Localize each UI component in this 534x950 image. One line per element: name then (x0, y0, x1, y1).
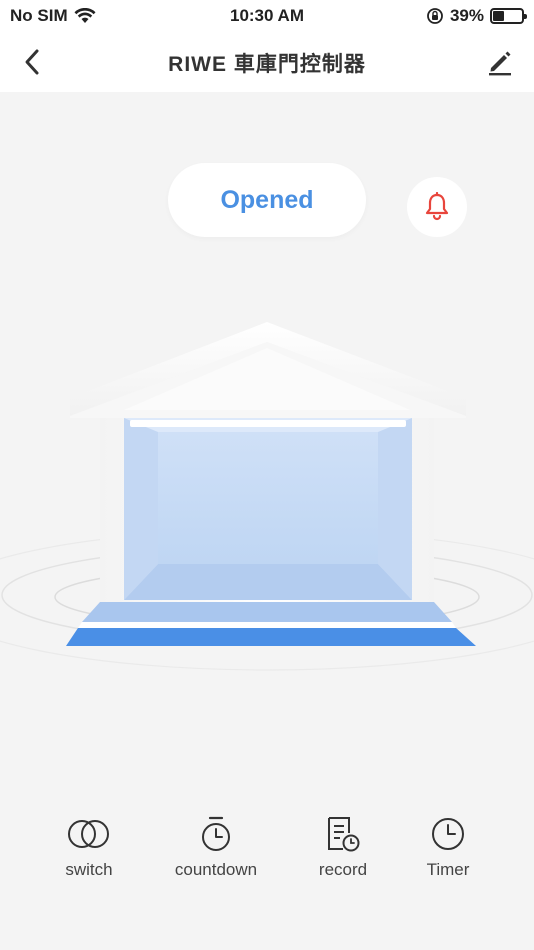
stopwatch-icon (192, 810, 240, 858)
status-bar: No SIM 10:30 AM 39% (0, 0, 534, 32)
door-status-label: Opened (220, 185, 314, 214)
timer-label: Timer (426, 860, 470, 879)
bottom-toolbar: switch countdown record Timer (0, 810, 534, 890)
record-button[interactable]: record (288, 810, 398, 880)
alert-button[interactable] (407, 177, 467, 237)
document-clock-icon (319, 810, 367, 858)
garage-interior (124, 418, 412, 600)
battery-fill (493, 11, 504, 21)
countdown-label: countdown (174, 860, 258, 879)
nav-bar: RIWE 車庫門控制器 (0, 32, 534, 92)
screen: No SIM 10:30 AM 39% RIWE 車庫門控制器 Opened s… (0, 0, 534, 950)
garage-base (66, 602, 476, 646)
battery-percent: 39% (449, 6, 484, 25)
clock-icon (424, 810, 472, 858)
garage-illustration (0, 322, 534, 671)
door-status-pill: Opened (168, 163, 366, 237)
edit-button[interactable] (482, 44, 518, 80)
bell-icon (425, 192, 449, 221)
orientation-lock-icon (427, 8, 443, 24)
pencil-icon (489, 51, 511, 76)
timer-button[interactable]: Timer (393, 810, 503, 880)
switch-label: switch (65, 860, 113, 879)
record-label: record (318, 860, 368, 879)
toggle-circles-icon (65, 810, 113, 858)
battery-icon (490, 8, 527, 24)
page-title: RIWE 車庫門控制器 (168, 53, 366, 76)
switch-button[interactable]: switch (34, 810, 144, 880)
countdown-button[interactable]: countdown (161, 810, 271, 880)
status-right: 39% (426, 6, 527, 26)
